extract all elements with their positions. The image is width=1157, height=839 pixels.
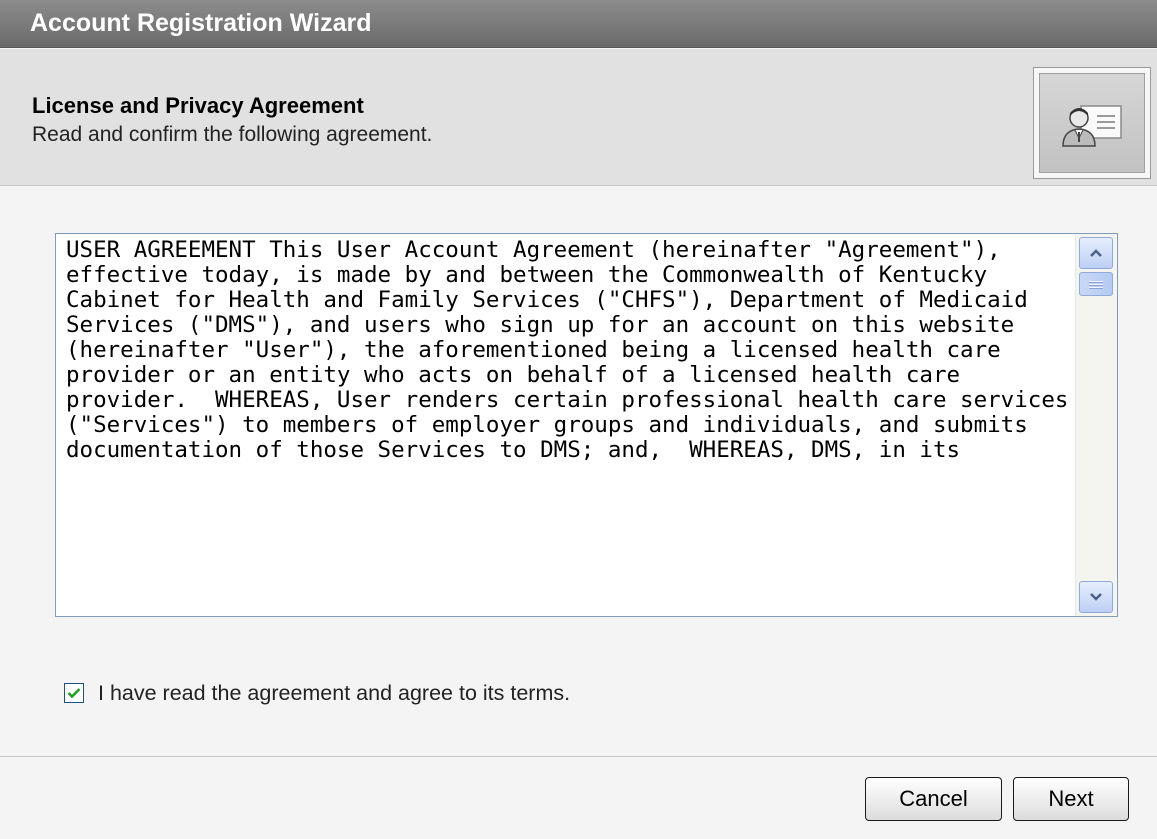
- step-icon-frame: [1033, 67, 1151, 179]
- wizard-title-bar: Account Registration Wizard: [0, 0, 1157, 48]
- step-title: License and Privacy Agreement: [32, 93, 364, 118]
- agree-row: I have read the agreement and agree to i…: [64, 678, 570, 708]
- scroll-thumb[interactable]: [1079, 272, 1113, 296]
- chevron-up-icon: [1090, 249, 1102, 257]
- step-subtitle: Read and confirm the following agreement…: [32, 123, 433, 146]
- scroll-up-button[interactable]: [1079, 237, 1113, 269]
- next-button[interactable]: Next: [1013, 777, 1129, 821]
- scroll-down-button[interactable]: [1079, 581, 1113, 613]
- wizard-step-header: License and Privacy Agreement Read and c…: [0, 49, 1157, 186]
- wizard-content: USER AGREEMENT This User Account Agreeme…: [0, 186, 1157, 756]
- agreement-text: USER AGREEMENT This User Account Agreeme…: [66, 237, 1069, 463]
- checkmark-icon: [67, 688, 81, 699]
- agree-checkbox[interactable]: [64, 683, 84, 703]
- wizard-footer: Cancel Next: [0, 757, 1157, 839]
- wizard-title: Account Registration Wizard: [30, 9, 372, 37]
- cancel-button[interactable]: Cancel: [865, 777, 1002, 821]
- user-card-icon: [1039, 73, 1145, 173]
- agree-label[interactable]: I have read the agreement and agree to i…: [98, 681, 570, 706]
- chevron-down-icon: [1090, 593, 1102, 601]
- agreement-scrollbar[interactable]: [1075, 234, 1117, 616]
- agreement-textarea[interactable]: USER AGREEMENT This User Account Agreeme…: [55, 233, 1118, 617]
